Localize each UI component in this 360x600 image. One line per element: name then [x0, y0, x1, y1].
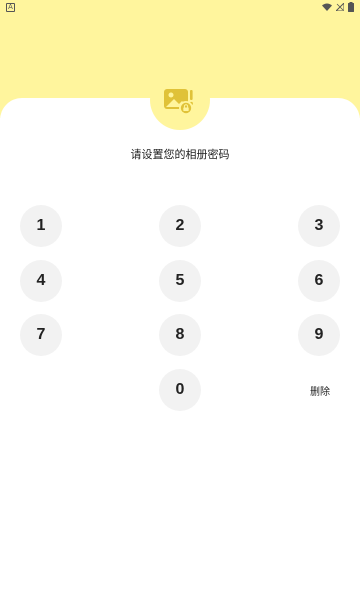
album-lock-icon [164, 89, 193, 115]
key-9[interactable]: 9 [298, 314, 340, 356]
key-4[interactable]: 4 [20, 260, 62, 302]
key-7[interactable]: 7 [20, 314, 62, 356]
key-1[interactable]: 1 [20, 205, 62, 247]
status-bar: A [0, 0, 360, 14]
notification-icon: A [6, 2, 15, 12]
key-8[interactable]: 8 [159, 314, 201, 356]
key-3[interactable]: 3 [298, 205, 340, 247]
album-lock-logo [150, 70, 210, 130]
key-6[interactable]: 6 [298, 260, 340, 302]
key-5[interactable]: 5 [159, 260, 201, 302]
key-2[interactable]: 2 [159, 205, 201, 247]
key-0[interactable]: 0 [159, 369, 201, 411]
page-title: 请设置您的相册密码 [130, 148, 230, 161]
delete-button[interactable]: 删除 [299, 369, 341, 411]
battery-icon [348, 2, 354, 12]
wifi-icon [322, 3, 332, 11]
signal-icon [336, 3, 344, 11]
